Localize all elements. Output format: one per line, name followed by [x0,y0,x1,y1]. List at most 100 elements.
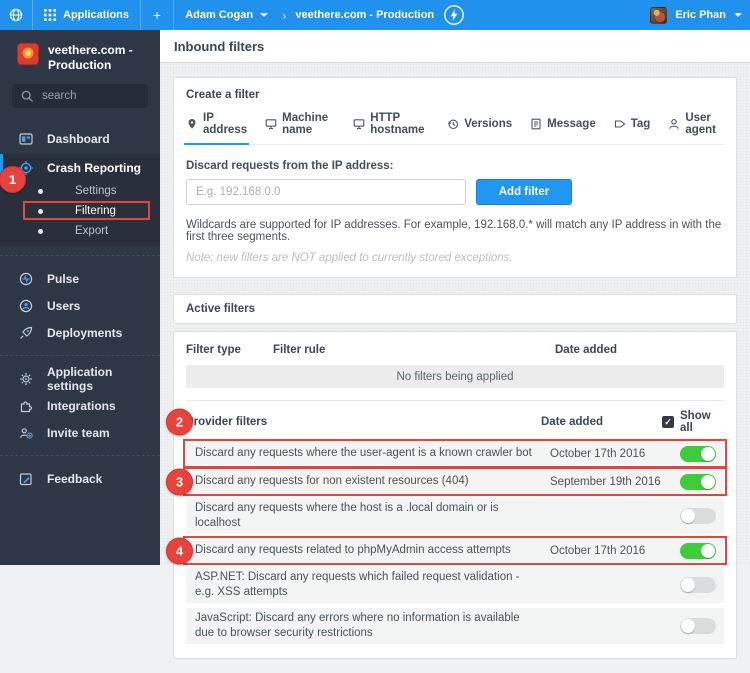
page-title: Inbound filters [174,39,264,54]
crash-reporting-section: Crash Reporting Settings Filtering Expor… [0,154,160,246]
annotation-callout-1: 1 [0,166,26,193]
invite-team-icon [18,425,34,441]
column-date-added: Date added [555,344,724,356]
provider-date-column: Date added [541,416,662,428]
provider-filter-row: Discard any requests for non existent re… [186,470,724,493]
tab-tag[interactable]: Tag [614,112,651,144]
chevron-down-icon [260,13,268,17]
application-name: veethere.com - Production [295,9,434,21]
sidebar: veethere.com - Production search Dashboa… [0,30,160,565]
provider-filter-row: ASP.NET: Discard any requests which fail… [186,567,724,603]
sidebar-item-feedback[interactable]: Feedback [0,465,160,492]
no-filters-message: No filters being applied [186,365,724,388]
bullet-icon [38,189,43,194]
bullet-icon [38,229,43,234]
search-placeholder: search [42,90,77,102]
sidebar-item-filtering[interactable]: Filtering [0,201,160,221]
bullet-icon [38,209,43,214]
filter-toggle[interactable] [680,618,716,634]
provider-filter-row: JavaScript: Discard any errors where no … [186,608,724,644]
apps-grid-icon [44,9,56,21]
sidebar-item-integrations[interactable]: Integrations [0,392,160,419]
filter-toggle[interactable] [680,474,716,490]
monitor-icon [353,118,365,130]
puzzle-icon [18,398,34,414]
dashboard-icon [18,131,34,147]
chevron-down-icon [734,13,742,17]
sidebar-item-invite-team[interactable]: Invite team [0,419,160,446]
sidebar-item-users[interactable]: Users [0,292,160,319]
account-dropdown[interactable]: Adam Cogan [174,0,279,30]
create-filter-card: Create a filter IP address Machine name [173,77,737,278]
filter-type-tabs: IP address Machine name HTTP hostname [186,112,724,145]
filters-table-card: Filter type Filter rule Date added No fi… [173,331,737,659]
user-icon [668,118,680,130]
tab-http-hostname[interactable]: HTTP hostname [353,112,429,144]
filter-rule-text: JavaScript: Discard any errors where no … [195,611,550,641]
filter-rule-text: ASP.NET: Discard any requests which fail… [195,570,550,600]
search-input[interactable]: search [12,84,148,108]
create-filter-title: Create a filter [186,89,724,101]
profile-name: Eric Phan [675,9,726,21]
add-application-button[interactable]: + [141,0,173,30]
users-icon [18,298,34,314]
search-icon [21,90,34,103]
applications-menu-button[interactable]: Applications [33,0,140,30]
sidebar-item-pulse[interactable]: Pulse [0,265,160,292]
sidebar-item-dashboard[interactable]: Dashboard [0,125,160,152]
tab-user-agent[interactable]: User agent [668,112,724,144]
filters-note-text: Note: new filters are NOT applied to cur… [186,252,724,264]
tag-icon [614,118,626,130]
filter-rule-text: Discard any requests where the user-agen… [195,446,550,461]
message-document-icon [530,118,542,130]
annotation-callout-3: 3 [166,468,193,495]
monitor-icon [265,118,277,130]
annotation-callout-4: 4 [166,537,193,564]
gear-icon [18,371,34,387]
annotation-callout-2: 2 [166,408,193,435]
tab-message[interactable]: Message [530,112,596,144]
provider-filter-row: Discard any requests related to phpMyAdm… [186,539,724,562]
filter-toggle[interactable] [680,508,716,524]
current-application[interactable]: veethere.com - Production [0,30,160,73]
pin-icon [186,118,198,130]
filter-toggle[interactable] [680,543,716,559]
filter-rule-text: Discard any requests where the host is a… [195,501,550,531]
tab-ip-address[interactable]: IP address [186,112,247,144]
active-filters-header-card: Active filters [173,294,737,324]
sidebar-item-deployments[interactable]: Deployments [0,319,160,346]
divider [0,255,160,256]
tab-versions[interactable]: Versions [447,112,512,144]
ip-address-input[interactable] [186,179,466,205]
show-all-checkbox[interactable] [662,416,674,428]
filter-date: October 17th 2016 [550,545,671,557]
filter-toggle[interactable] [680,446,716,462]
filter-date: October 17th 2016 [550,448,671,460]
filter-toggle[interactable] [680,577,716,593]
show-all-label: Show all [680,410,724,434]
provider-filters-header: Provider filters Date added Show all 2 [186,400,724,442]
show-all-control[interactable]: Show all [662,410,724,434]
avatar [650,7,667,24]
tab-machine-name[interactable]: Machine name [265,112,335,144]
lightning-icon[interactable] [443,4,465,26]
page-header: Inbound filters [160,30,750,63]
sidebar-item-export[interactable]: Export [0,221,160,241]
history-clock-icon [447,118,459,130]
filters-table-header: Filter type Filter rule Date added [186,340,724,365]
provider-filter-row: Discard any requests where the user-agen… [186,442,724,465]
feedback-pencil-icon [18,471,34,487]
divider [0,455,160,456]
breadcrumb-application[interactable]: veethere.com - Production [289,0,445,30]
add-filter-button[interactable]: Add filter [476,179,572,205]
divider [0,355,160,356]
rocket-icon [18,325,34,341]
profile-menu[interactable]: Eric Phan [650,0,742,30]
column-filter-type: Filter type [186,344,273,356]
top-navigation-bar: Applications + Adam Cogan veethere.com -… [0,0,750,30]
globe-icon[interactable] [0,0,32,30]
content-area: Create a filter IP address Machine name [160,63,750,673]
sidebar-item-application-settings[interactable]: Application settings [0,365,160,392]
filter-rule-text: Discard any requests related to phpMyAdm… [195,543,550,558]
account-name: Adam Cogan [185,9,253,21]
